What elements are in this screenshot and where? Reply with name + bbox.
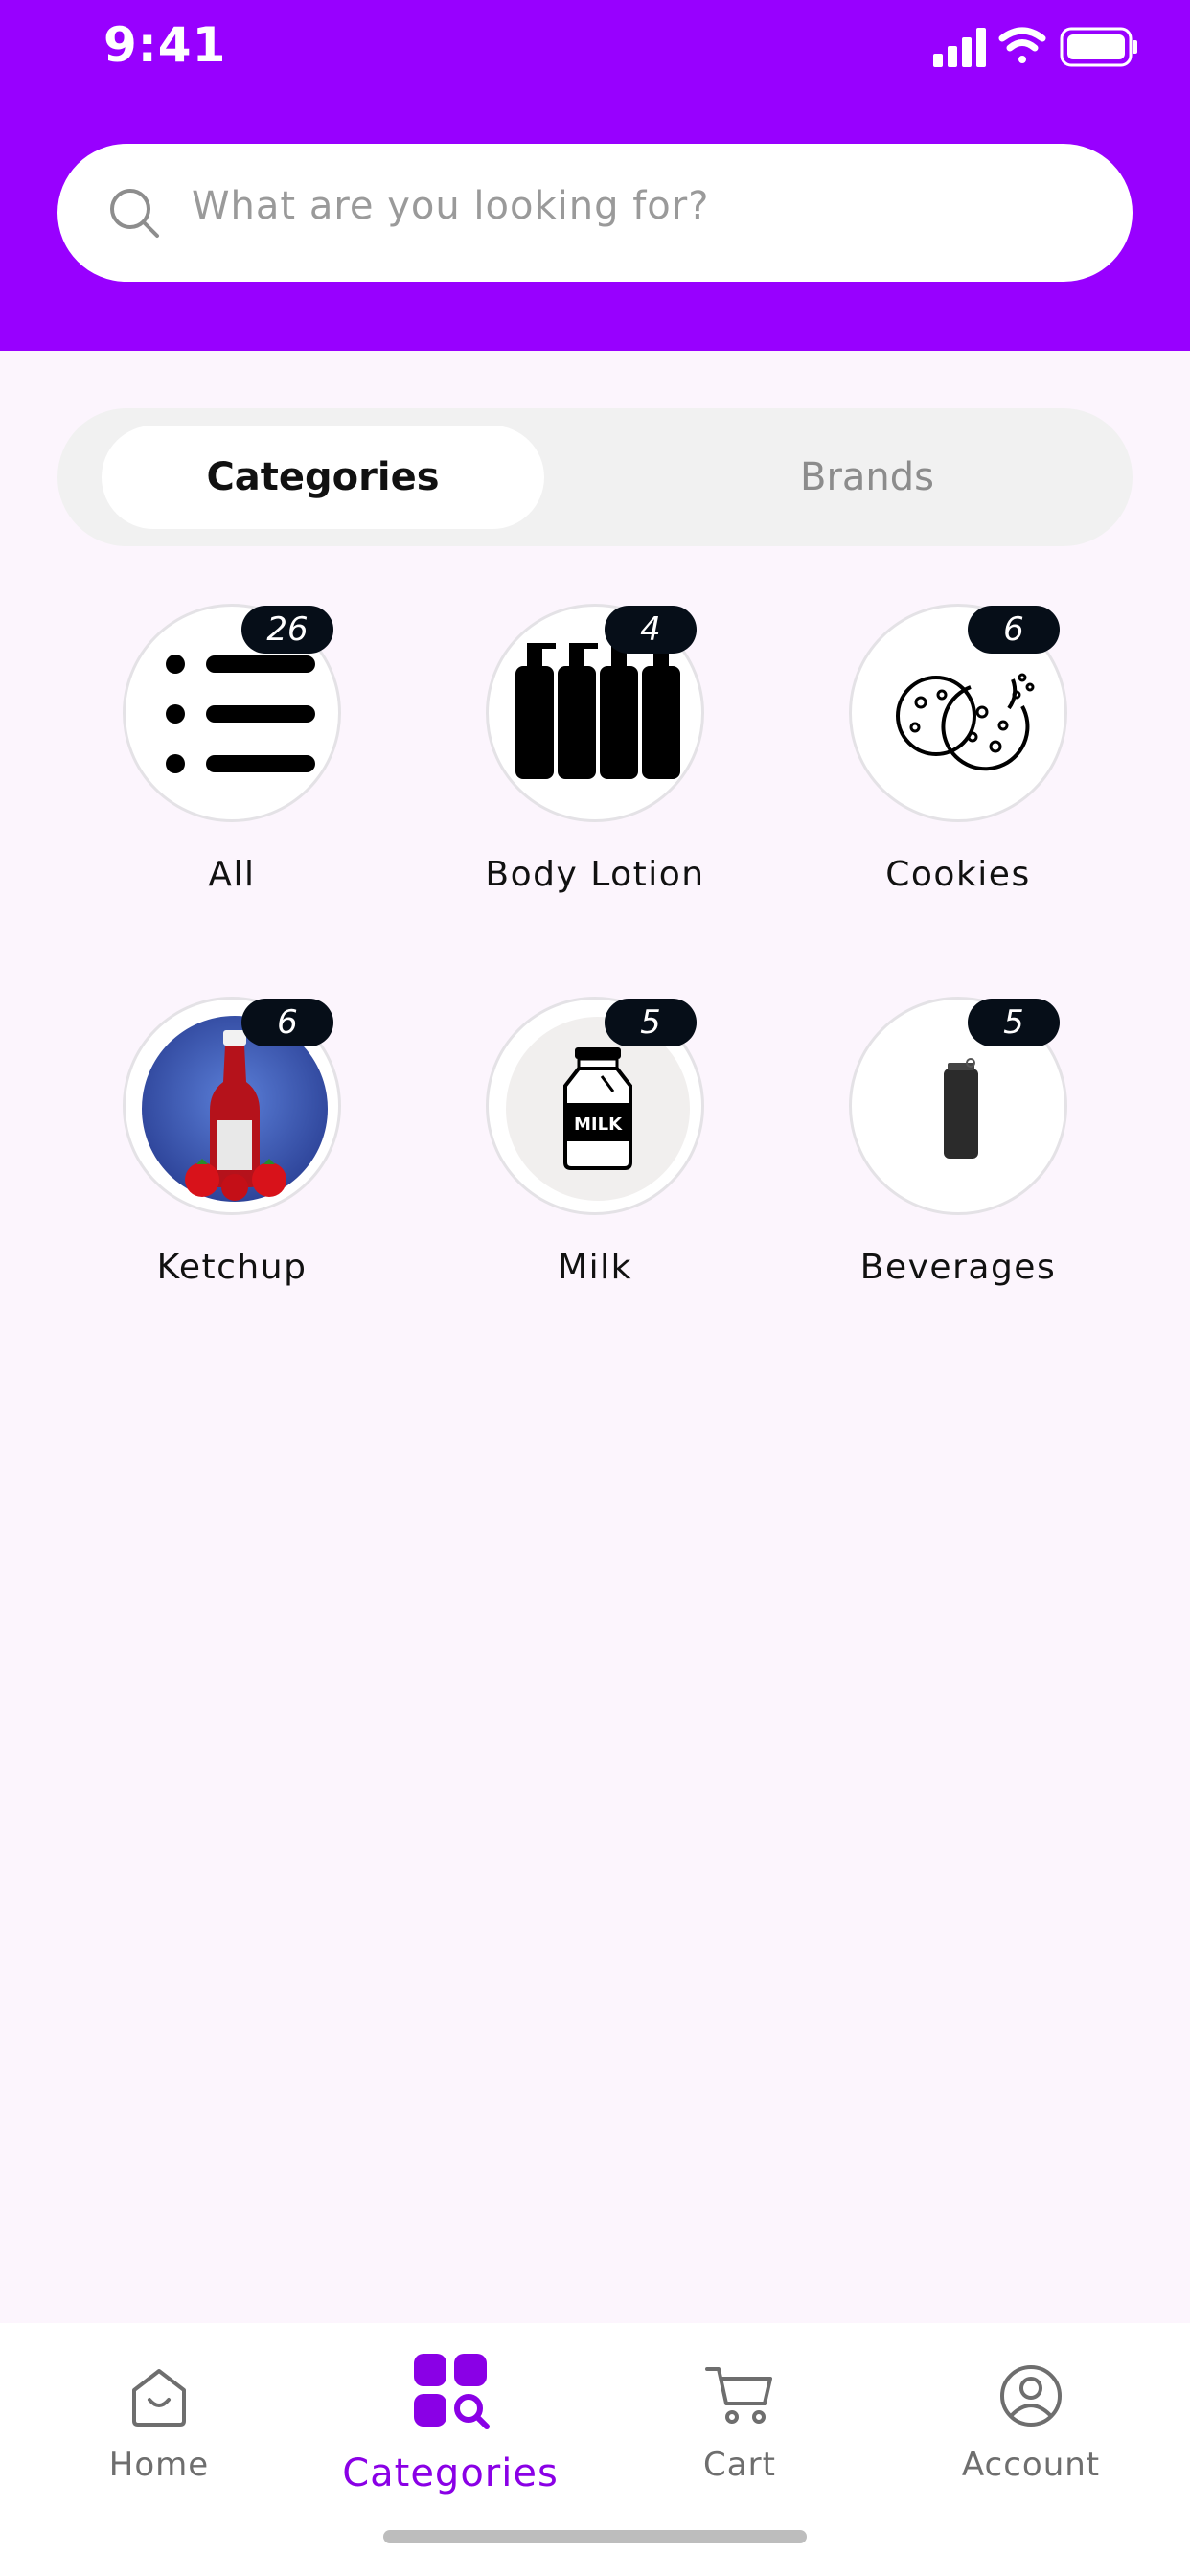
category-label: Cookies [885, 855, 1031, 894]
header: 9:41 What are you looking for? [0, 0, 1190, 351]
count-badge: 4 [605, 606, 697, 654]
tab-categories[interactable]: Categories [102, 426, 544, 529]
category-label: All [208, 855, 256, 894]
home-indicator [383, 2530, 807, 2543]
cart-icon [705, 2367, 772, 2424]
search-input[interactable]: What are you looking for? [192, 184, 709, 228]
nav-cart[interactable]: Cart [644, 2323, 835, 2515]
status-bar: 9:41 [0, 0, 1190, 105]
wifi-icon [998, 27, 1046, 63]
signal-icon [933, 28, 986, 67]
nav-categories-label: Categories [342, 2451, 559, 2496]
count-badge: 26 [241, 606, 333, 654]
category-beverages[interactable]: 5 Beverages [776, 997, 1140, 1303]
category-all[interactable]: 26 All [50, 604, 414, 910]
category-label: Beverages [859, 1248, 1057, 1287]
nav-home-label: Home [108, 2446, 210, 2484]
home-icon [132, 2369, 186, 2426]
status-icons [933, 25, 1138, 69]
nav-account-label: Account [961, 2446, 1101, 2484]
account-icon [1000, 2365, 1062, 2426]
search-icon [110, 189, 159, 238]
category-label: Body Lotion [485, 855, 705, 894]
search-bar[interactable]: What are you looking for? [57, 144, 1133, 282]
tab-brands[interactable]: Brands [646, 426, 1088, 529]
nav-categories[interactable]: Categories [326, 2323, 575, 2515]
category-milk[interactable]: MILK 5 Milk [413, 997, 777, 1303]
category-ketchup[interactable]: 6 Ketchup [50, 997, 414, 1303]
count-badge: 5 [605, 999, 697, 1046]
battery-icon [1060, 27, 1137, 67]
category-cookies[interactable]: 6 Cookies [776, 604, 1140, 910]
milk-jar-text: MILK [574, 1115, 623, 1135]
status-time: 9:41 [103, 17, 227, 73]
category-body-lotion[interactable]: 4 Body Lotion [413, 604, 777, 910]
category-label: Milk [558, 1248, 632, 1287]
count-badge: 6 [968, 606, 1060, 654]
categories-icon [414, 2354, 490, 2429]
nav-home[interactable]: Home [63, 2323, 255, 2515]
segmented-control: Categories Brands [57, 408, 1133, 546]
count-badge: 5 [968, 999, 1060, 1046]
nav-account[interactable]: Account [935, 2323, 1127, 2515]
category-label: Ketchup [156, 1248, 308, 1287]
nav-cart-label: Cart [703, 2446, 776, 2484]
count-badge: 6 [241, 999, 333, 1046]
